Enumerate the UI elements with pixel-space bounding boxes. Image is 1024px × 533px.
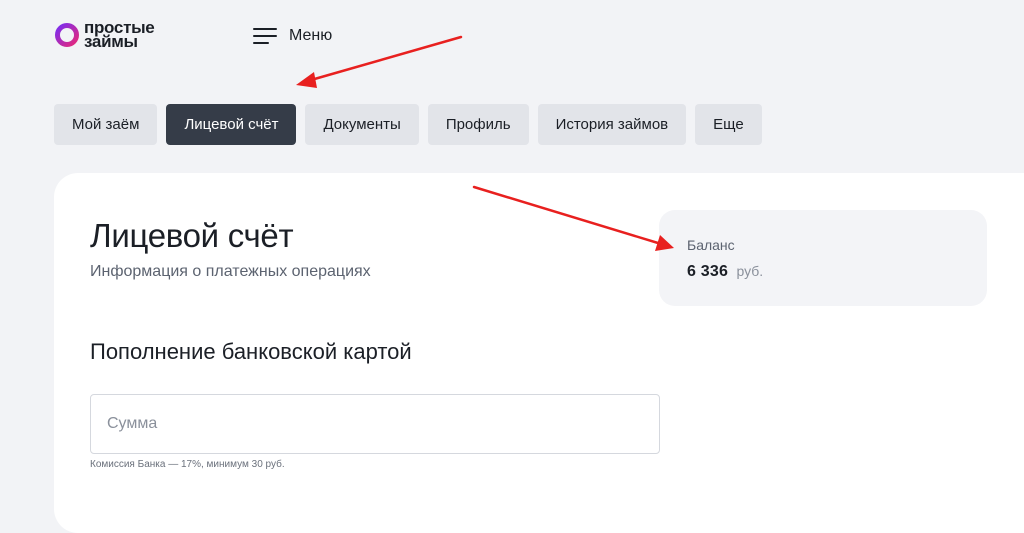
balance-label: Баланс bbox=[687, 237, 735, 253]
tab-loan-history[interactable]: История займов bbox=[537, 104, 687, 145]
topup-section-title: Пополнение банковской картой bbox=[90, 339, 412, 364]
balance-value: 6 336 руб. bbox=[687, 263, 763, 281]
tab-more[interactable]: Еще bbox=[695, 104, 762, 145]
balance-panel: Баланс 6 336 руб. bbox=[659, 210, 987, 306]
page-title: Лицевой счёт bbox=[90, 217, 294, 254]
commission-note: Комиссия Банка — 17%, минимум 30 руб. bbox=[90, 459, 285, 470]
account-tabs: Мой заём Лицевой счёт Документы Профиль … bbox=[54, 104, 762, 145]
brand-wordmark: простые займы bbox=[84, 19, 155, 51]
tab-my-loan[interactable]: Мой заём bbox=[54, 104, 158, 145]
personal-account-card: Лицевой счёт Информация о платежных опер… bbox=[54, 173, 1024, 533]
tab-documents[interactable]: Документы bbox=[305, 104, 419, 145]
menu-label: Меню bbox=[289, 27, 333, 44]
brand-logo[interactable]: простые займы bbox=[54, 19, 184, 51]
balance-amount: 6 336 bbox=[687, 263, 729, 280]
balance-currency: руб. bbox=[736, 263, 764, 279]
hamburger-icon bbox=[253, 27, 277, 45]
tab-personal-account[interactable]: Лицевой счёт bbox=[166, 104, 297, 145]
menu-button[interactable]: Меню bbox=[253, 24, 332, 48]
amount-input[interactable] bbox=[90, 394, 660, 454]
brand-ring-icon bbox=[55, 23, 79, 47]
brand-wordmark-line2: займы bbox=[84, 32, 138, 51]
page-subtitle: Информация о платежных операциях bbox=[90, 263, 371, 280]
tab-profile[interactable]: Профиль bbox=[427, 104, 529, 145]
